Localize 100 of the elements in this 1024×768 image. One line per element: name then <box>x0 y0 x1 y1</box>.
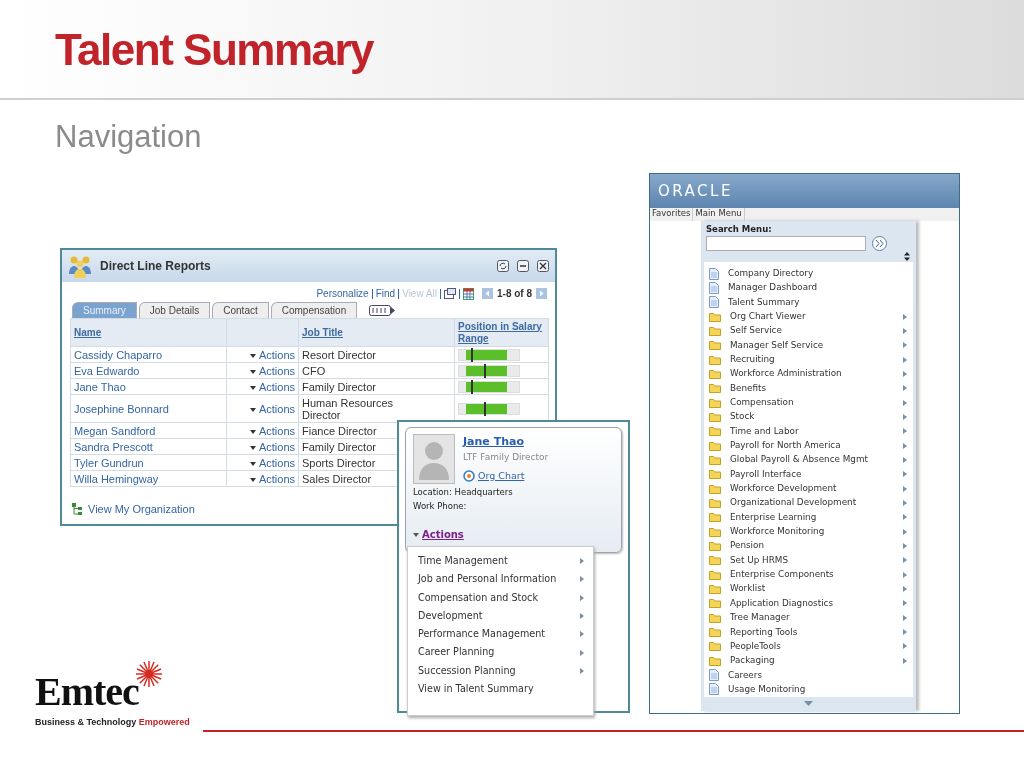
folder-icon <box>709 469 721 480</box>
menu-item[interactable]: Packaging <box>704 653 913 668</box>
menu-item[interactable]: Reporting Tools <box>704 624 913 640</box>
folder-icon <box>709 655 721 666</box>
menu-item[interactable]: Stock <box>704 409 913 425</box>
job-title: Sales Director <box>302 472 372 485</box>
menu-item[interactable]: PeopleTools <box>704 639 913 654</box>
submenu-arrow-icon <box>580 667 584 674</box>
folder-icon <box>709 498 721 508</box>
menu-item[interactable]: Payroll Interface <box>704 467 913 482</box>
menu-item[interactable]: Workforce Development <box>704 481 913 496</box>
folder-icon <box>709 311 721 322</box>
folder-icon <box>709 584 721 595</box>
minimize-icon[interactable] <box>517 260 529 272</box>
tab[interactable]: Contact <box>212 302 269 318</box>
menu-item[interactable]: Payroll for North America <box>704 438 913 453</box>
salary-range-fill <box>466 381 507 392</box>
menu-item[interactable]: Org Chart Viewer <box>704 309 913 324</box>
panel-title: Direct Line Reports <box>100 258 211 275</box>
tab[interactable]: Job Details <box>138 302 211 318</box>
toolbar-link[interactable]: Personalize <box>316 286 369 301</box>
page-range: 1-8 of 8 <box>497 287 532 301</box>
menu-item[interactable]: Enterprise Components <box>704 567 913 582</box>
document-icon <box>709 683 719 696</box>
scroll-down-icon[interactable] <box>804 701 813 707</box>
view-organization-link[interactable]: View My Organization <box>88 501 195 518</box>
submenu-arrow-icon <box>580 631 584 638</box>
submenu-arrow-icon <box>580 594 584 601</box>
menu-item[interactable]: Compensation and Stock <box>418 588 593 607</box>
folder-icon <box>709 454 721 465</box>
menu-item[interactable]: Pension <box>704 538 913 554</box>
slide-title: Talent Summary <box>55 26 374 75</box>
menu-item[interactable]: Development <box>418 606 593 626</box>
folder-icon <box>709 340 721 351</box>
new-window-icon[interactable] <box>444 288 456 299</box>
menu-item[interactable]: Workforce Administration <box>704 366 913 382</box>
folder-icon <box>709 569 721 580</box>
folder-icon <box>709 440 721 451</box>
menu-bar-item[interactable]: Favorites <box>650 208 694 221</box>
refresh-icon[interactable] <box>497 260 509 272</box>
show-columns-icon[interactable] <box>369 305 396 316</box>
spreadsheet-icon[interactable] <box>463 287 474 300</box>
folder-icon <box>709 368 721 379</box>
menu-item[interactable]: Organizational Development <box>704 495 913 511</box>
menu-item[interactable]: Manager Self Service <box>704 338 913 353</box>
search-field[interactable] <box>706 235 866 251</box>
document-icon <box>709 296 719 309</box>
menu-item[interactable]: Succession Planning <box>418 661 593 681</box>
avatar-icon <box>413 434 455 484</box>
toolbar-link[interactable]: Find <box>375 286 396 301</box>
folder-icon <box>709 627 721 638</box>
location-text: Location: Headquarters <box>413 486 514 499</box>
folder-icon <box>709 526 721 537</box>
person-name-link[interactable]: Jane Thao <box>463 434 549 451</box>
menu-item[interactable]: Usage Monitoring <box>704 682 913 697</box>
menu-item[interactable]: Job and Personal Information <box>418 570 593 589</box>
menu-item[interactable]: Company Directory <box>704 266 913 281</box>
menu-item[interactable]: Set Up HRMS <box>704 553 913 568</box>
menu-item[interactable]: Talent Summary <box>704 295 913 310</box>
job-title: Family Director <box>302 440 376 453</box>
menu-item[interactable]: Time Management <box>418 552 593 571</box>
menu-item[interactable]: Performance Management <box>418 625 593 644</box>
folder-icon <box>709 483 721 494</box>
actions-menu-link[interactable]: Actions <box>413 527 464 542</box>
menu-item[interactable]: Manager Dashboard <box>704 280 913 295</box>
folder-icon <box>709 541 721 552</box>
menu-item[interactable]: Career Planning <box>418 643 593 662</box>
menu-item[interactable]: Time and Labor <box>704 424 913 439</box>
submenu-arrow-icon <box>580 613 584 620</box>
document-icon <box>709 669 719 682</box>
menu-item[interactable]: Tree Manager <box>704 610 913 625</box>
job-title: Fiance Director <box>302 424 377 437</box>
job-title: CFO <box>302 364 326 377</box>
menu-item[interactable]: Workforce Monitoring <box>704 524 913 539</box>
submenu-arrow-icon <box>903 500 907 506</box>
close-icon[interactable] <box>537 260 549 272</box>
folder-icon <box>709 612 721 623</box>
sort-icon[interactable] <box>904 252 910 261</box>
menu-item[interactable]: Careers <box>704 667 913 683</box>
menu-item[interactable]: Recruiting <box>704 352 913 367</box>
folder-icon <box>709 598 721 609</box>
org-chart-link[interactable]: Org Chart <box>478 469 525 484</box>
salary-range-fill <box>466 403 507 414</box>
search-go-button[interactable] <box>872 235 887 251</box>
folder-icon <box>709 426 721 437</box>
brand-tagline: Business & Technology Empowered <box>35 716 190 729</box>
org-tree-icon <box>72 503 82 516</box>
menu-item[interactable]: Self Service <box>704 323 913 339</box>
menu-item[interactable]: Benefits <box>704 381 913 396</box>
double-chevron-icon <box>875 239 884 247</box>
menu-item[interactable]: Enterprise Learning <box>704 510 913 525</box>
menu-item[interactable]: View in Talent Summary <box>418 680 593 699</box>
tab[interactable]: Compensation <box>270 302 358 318</box>
submenu-arrow-icon <box>580 558 584 565</box>
menu-item[interactable]: Worklist <box>704 581 913 597</box>
folder-icon <box>709 383 721 394</box>
menu-item[interactable]: Global Payroll & Absence Mgmt <box>704 452 913 468</box>
menu-item[interactable]: Application Diagnostics <box>704 596 913 611</box>
menu-item[interactable]: Compensation <box>704 395 913 410</box>
document-icon <box>709 281 719 294</box>
